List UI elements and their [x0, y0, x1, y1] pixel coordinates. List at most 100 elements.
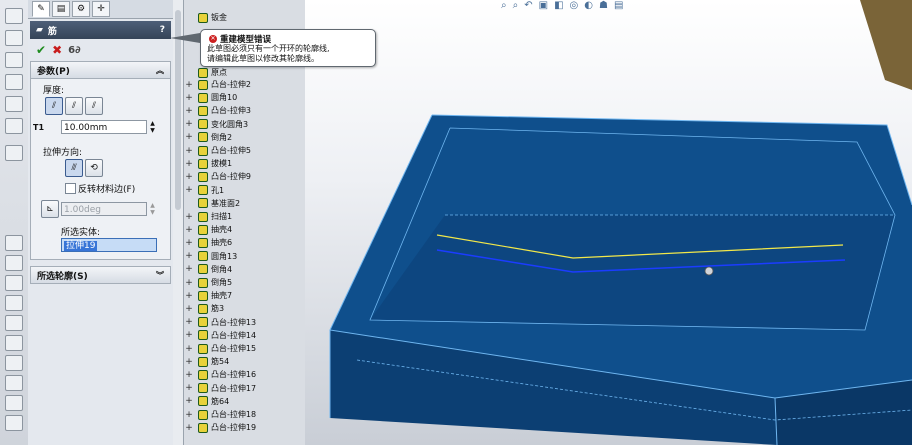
- tree-item[interactable]: + 孔1: [184, 184, 224, 197]
- distance-spinner[interactable]: ▲ ▼: [149, 120, 156, 134]
- expand-icon[interactable]: +: [184, 344, 194, 354]
- expand-icon[interactable]: +: [184, 251, 194, 261]
- strip-button[interactable]: [5, 295, 23, 311]
- tree-item[interactable]: + 筋64: [184, 395, 229, 408]
- expand-icon[interactable]: +: [184, 423, 194, 433]
- strip-button[interactable]: [5, 415, 23, 431]
- expand-chevron-icon[interactable]: ︾: [156, 270, 164, 281]
- thickness-both-sides-button[interactable]: ⫽: [65, 97, 83, 115]
- graphics-area[interactable]: ⌕ ⌕ ↶ ▣ ◧ ◎ ◐ ☗ ▤: [305, 0, 912, 445]
- strip-button[interactable]: [5, 8, 23, 24]
- thickness-first-side-button[interactable]: ⫽: [45, 97, 63, 115]
- expand-icon[interactable]: +: [184, 146, 194, 156]
- tree-item[interactable]: + 凸台-拉伸14: [184, 329, 256, 342]
- tree-item[interactable]: + 圆角13: [184, 250, 237, 263]
- tree-item[interactable]: + 凸台-拉伸16: [184, 368, 256, 381]
- tree-item[interactable]: + 抽壳6: [184, 236, 232, 249]
- expand-icon[interactable]: +: [184, 225, 194, 235]
- expand-icon[interactable]: +: [184, 396, 194, 406]
- tree-item[interactable]: + 凸台-拉伸15: [184, 342, 256, 355]
- expand-icon[interactable]: +: [184, 291, 194, 301]
- tree-item[interactable]: + 筋3: [184, 302, 224, 315]
- property-manager-tab-icon[interactable]: ▤: [52, 1, 70, 17]
- tree-item[interactable]: + 筋54: [184, 355, 229, 368]
- strip-button[interactable]: [5, 52, 23, 68]
- expand-icon[interactable]: +: [184, 119, 194, 129]
- expand-icon[interactable]: +: [184, 264, 194, 274]
- expand-icon[interactable]: +: [184, 357, 194, 367]
- thickness-second-side-button[interactable]: ⫽: [85, 97, 103, 115]
- thickness-distance-field[interactable]: 10.00mm: [61, 120, 147, 134]
- expand-icon[interactable]: +: [184, 278, 194, 288]
- help-button[interactable]: ?: [160, 25, 165, 35]
- expand-icon[interactable]: +: [184, 330, 194, 340]
- detailed-preview-icon[interactable]: 6∂: [68, 45, 80, 56]
- strip-button[interactable]: [5, 235, 23, 251]
- pm-scrollbar[interactable]: [173, 0, 184, 445]
- expand-icon[interactable]: +: [184, 383, 194, 393]
- expand-icon[interactable]: +: [184, 238, 194, 248]
- draft-spinner[interactable]: ▲ ▼: [149, 202, 156, 216]
- tree-item-label: 凸台-拉伸18: [211, 410, 257, 419]
- tree-item[interactable]: + 变化圆角3: [184, 118, 248, 131]
- expand-icon[interactable]: +: [184, 106, 194, 116]
- selected-bodies-list[interactable]: 拉伸19: [61, 238, 157, 252]
- strip-button[interactable]: [5, 315, 23, 331]
- tree-item[interactable]: + 倒角2: [184, 131, 232, 144]
- cancel-x-icon[interactable]: ✖: [52, 43, 62, 57]
- tree-item[interactable]: + 凸台-拉伸19: [184, 421, 256, 434]
- tree-item[interactable]: + 扫描1: [184, 210, 232, 223]
- configuration-tab-icon[interactable]: ⚙: [72, 1, 90, 17]
- strip-button[interactable]: [5, 395, 23, 411]
- contours-group-header[interactable]: 所选轮廓(S) ︾: [30, 266, 171, 284]
- strip-button[interactable]: [5, 375, 23, 391]
- tree-item[interactable]: + 凸台-拉伸3: [184, 104, 251, 117]
- expand-icon[interactable]: +: [184, 317, 194, 327]
- strip-button[interactable]: [5, 275, 23, 291]
- tree-item[interactable]: + 凸台-拉伸9: [184, 170, 251, 183]
- flip-material-checkbox[interactable]: [65, 183, 76, 194]
- strip-button[interactable]: [5, 118, 23, 134]
- collapse-chevron-icon[interactable]: ︽: [156, 65, 164, 76]
- strip-button[interactable]: [5, 355, 23, 371]
- tree-item[interactable]: + 凸台-拉伸17: [184, 382, 256, 395]
- tree-item[interactable]: + 凸台-拉伸18: [184, 408, 256, 421]
- strip-button[interactable]: [5, 145, 23, 161]
- draft-angle-field[interactable]: 1.00deg: [61, 202, 147, 216]
- feature-manager-tab-icon[interactable]: ✎: [32, 1, 50, 17]
- ok-check-icon[interactable]: ✔: [36, 43, 46, 57]
- expand-icon[interactable]: +: [184, 159, 194, 169]
- expand-icon[interactable]: +: [184, 80, 194, 90]
- parallel-to-sketch-button[interactable]: ⫻: [65, 159, 83, 177]
- tree-item[interactable]: + 凸台-拉伸2: [184, 78, 251, 91]
- expand-icon[interactable]: +: [184, 93, 194, 103]
- strip-button[interactable]: [5, 255, 23, 271]
- strip-button[interactable]: [5, 335, 23, 351]
- tree-item[interactable]: + 倒角5: [184, 276, 232, 289]
- expand-icon[interactable]: +: [184, 185, 194, 195]
- tree-item[interactable]: + 抽壳4: [184, 223, 232, 236]
- strip-button[interactable]: [5, 96, 23, 112]
- tree-item[interactable]: + 拔模1: [184, 157, 232, 170]
- expand-icon[interactable]: +: [184, 132, 194, 142]
- tree-item[interactable]: + 抽壳7: [184, 289, 232, 302]
- tree-item[interactable]: + 倒角4: [184, 263, 232, 276]
- expand-icon[interactable]: +: [184, 304, 194, 314]
- expand-icon[interactable]: +: [184, 370, 194, 380]
- expand-icon[interactable]: +: [184, 212, 194, 222]
- tree-item[interactable]: 钣金: [184, 11, 227, 24]
- normal-to-sketch-button[interactable]: ⟲: [85, 159, 103, 177]
- tree-item[interactable]: + 圆角10: [184, 91, 237, 104]
- expand-icon[interactable]: +: [184, 172, 194, 182]
- draft-toggle-button[interactable]: ⊾: [41, 200, 59, 218]
- display-tab-icon[interactable]: ✛: [92, 1, 110, 17]
- strip-button[interactable]: [5, 30, 23, 46]
- tree-item-label: 拔模1: [211, 159, 233, 169]
- strip-button[interactable]: [5, 74, 23, 90]
- selected-body-item[interactable]: 拉伸19: [64, 241, 98, 251]
- params-group-header[interactable]: 参数(P) ︽: [30, 61, 171, 79]
- tree-item[interactable]: 基准面2: [184, 197, 240, 210]
- expand-icon[interactable]: +: [184, 410, 194, 420]
- tree-item[interactable]: + 凸台-拉伸13: [184, 316, 256, 329]
- tree-item[interactable]: + 凸台-拉伸5: [184, 144, 251, 157]
